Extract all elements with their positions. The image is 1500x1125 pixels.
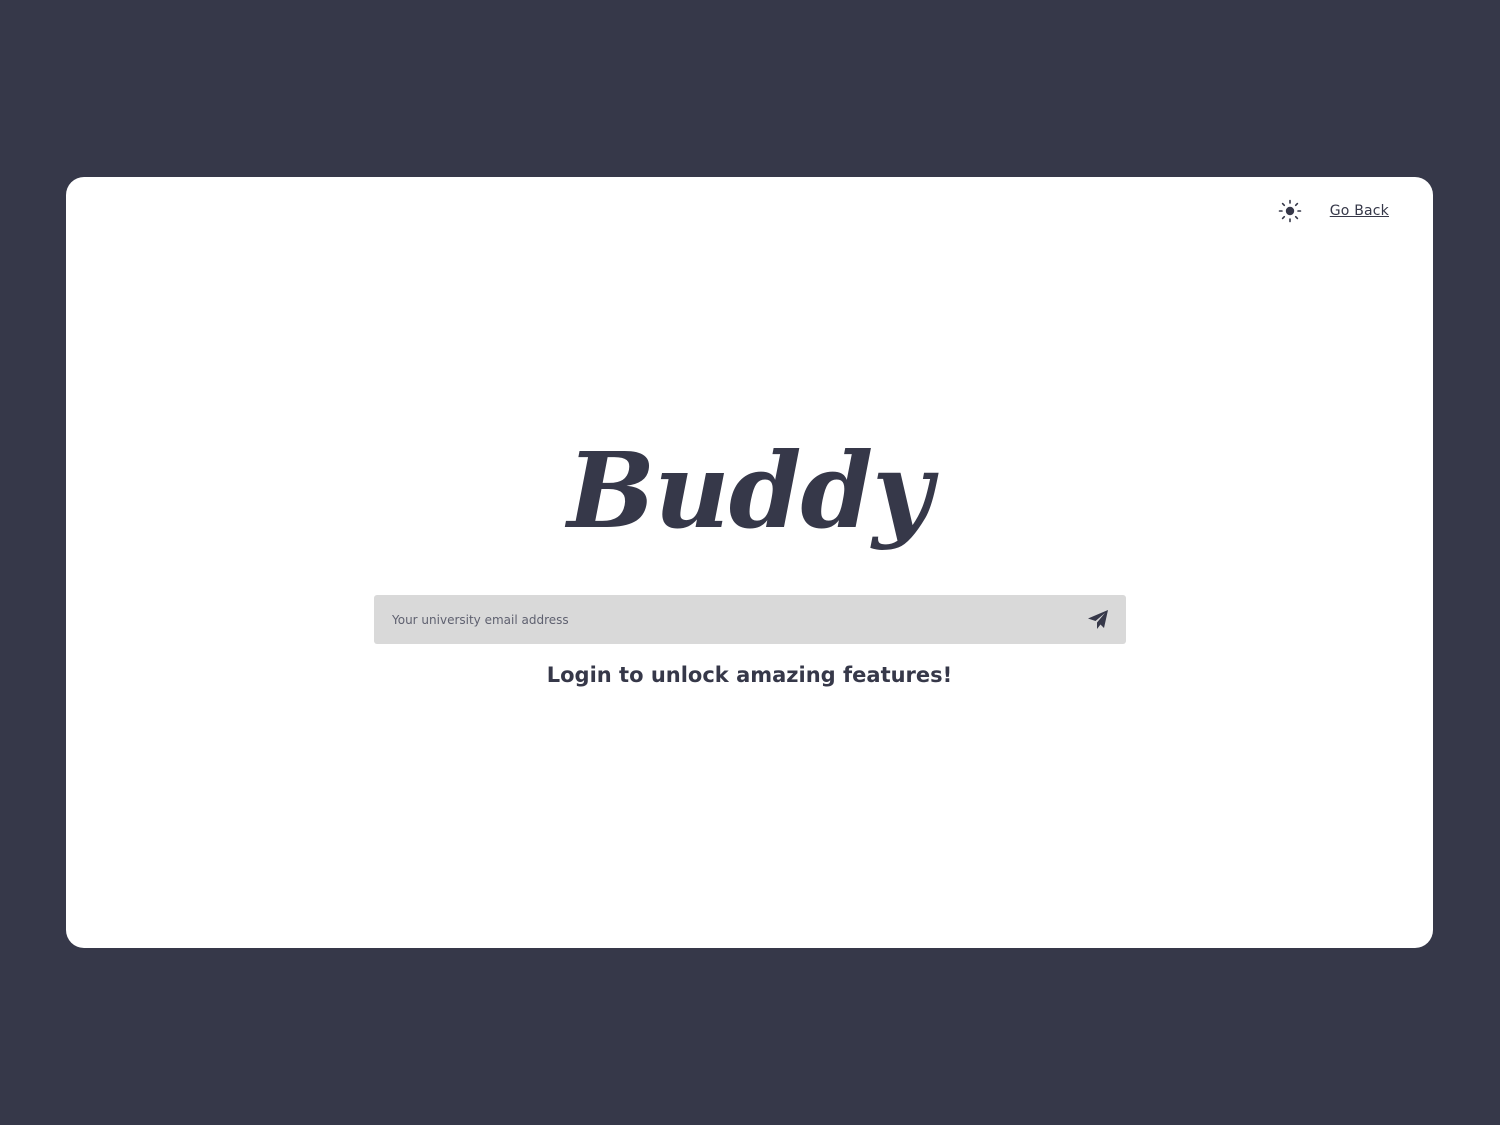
buddy-logo: Buddy bbox=[567, 429, 932, 552]
send-button[interactable] bbox=[1070, 595, 1126, 644]
login-tagline: Login to unlock amazing features! bbox=[546, 663, 953, 687]
email-input[interactable] bbox=[374, 595, 1070, 644]
email-form bbox=[374, 595, 1126, 644]
theme-toggle-button[interactable] bbox=[1278, 199, 1302, 223]
top-right-controls: Go Back bbox=[1278, 199, 1389, 223]
login-card: Go Back Buddy Login to unlock amazing fe… bbox=[66, 177, 1433, 948]
go-back-link[interactable]: Go Back bbox=[1330, 203, 1389, 219]
sun-icon bbox=[1278, 199, 1302, 223]
paper-plane-icon bbox=[1088, 609, 1108, 629]
